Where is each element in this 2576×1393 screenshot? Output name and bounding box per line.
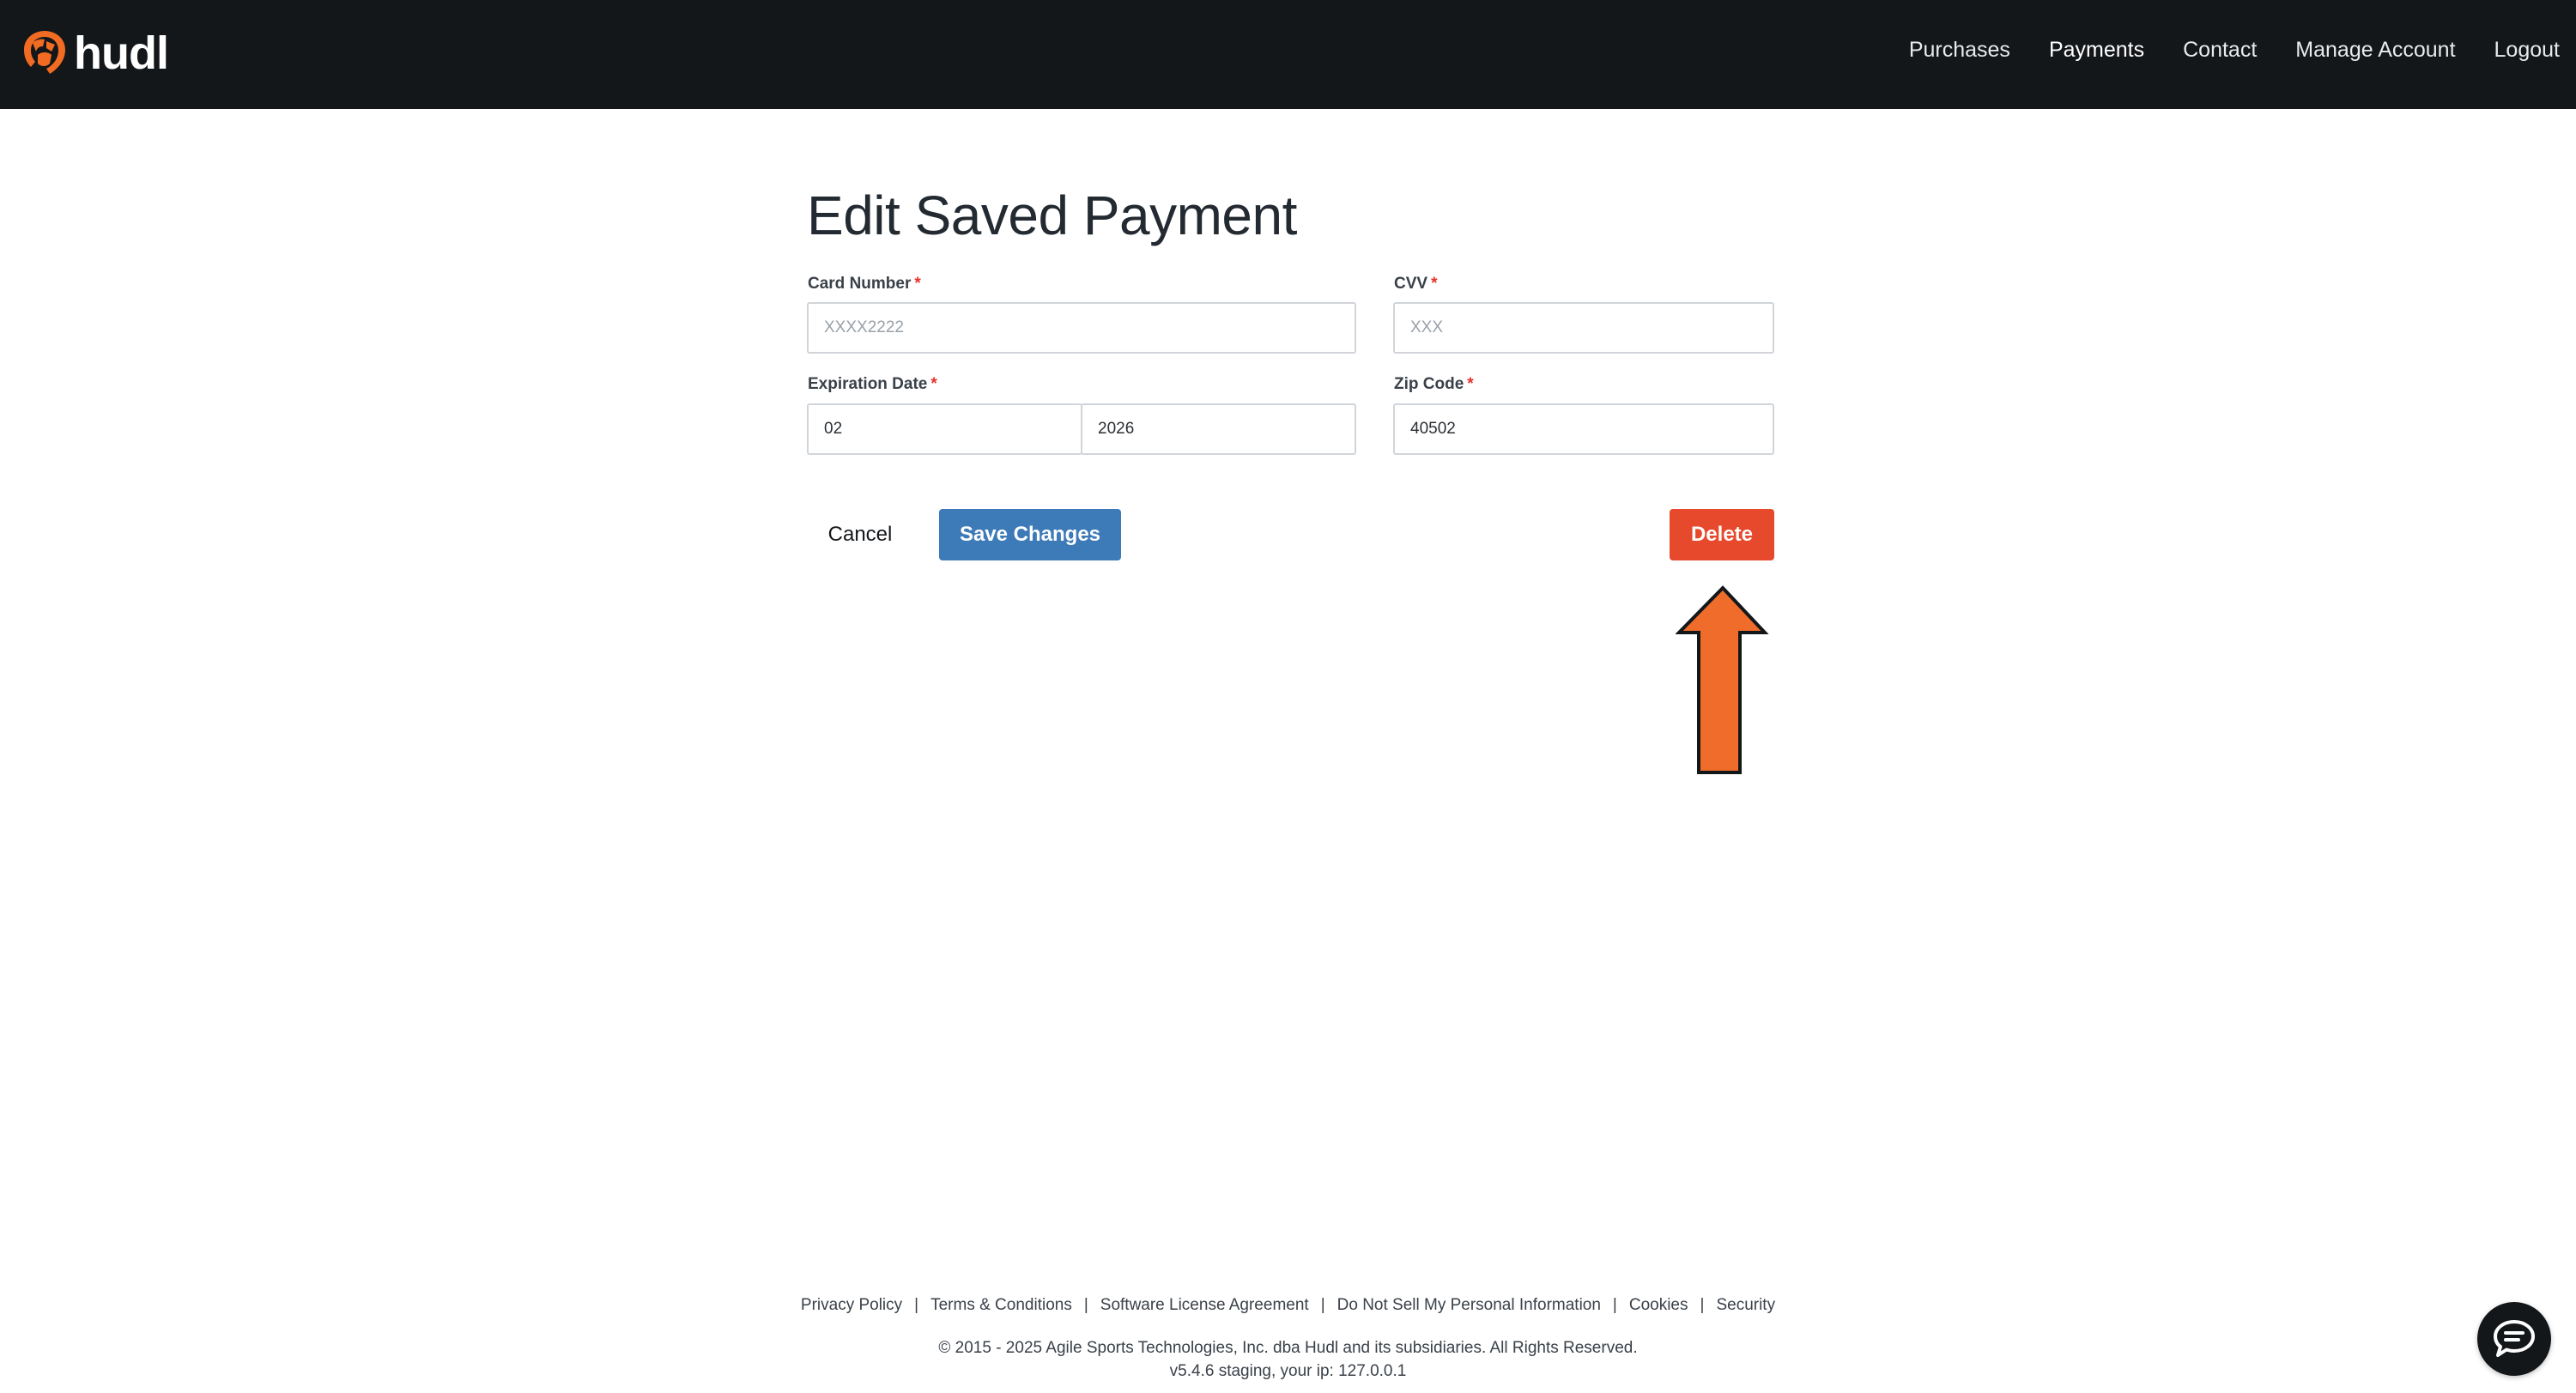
page-title: Edit Saved Payment <box>807 185 1297 246</box>
logo-wordmark: hudl <box>74 27 169 79</box>
footer-link-software-license[interactable]: Software License Agreement <box>1100 1296 1309 1314</box>
hudl-logo-icon <box>24 31 65 74</box>
footer-link-privacy-policy[interactable]: Privacy Policy <box>801 1296 902 1314</box>
required-marker: * <box>1467 375 1474 393</box>
delete-button[interactable]: Delete <box>1670 509 1774 560</box>
nav-contact[interactable]: Contact <box>2183 38 2257 63</box>
zip-code-input[interactable] <box>1393 403 1774 455</box>
card-number-label-text: Card Number <box>808 275 912 293</box>
cvv-label: CVV * <box>1394 275 1437 294</box>
footer-separator: | <box>1320 1296 1325 1314</box>
version-text: v5.4.6 staging, your ip: 127.0.0.1 <box>1169 1362 1407 1380</box>
expiration-date-label: Expiration Date * <box>808 375 937 394</box>
chat-bubble-icon <box>2494 1320 2535 1357</box>
cancel-button[interactable]: Cancel <box>810 509 910 560</box>
expiration-month-input[interactable] <box>807 403 1082 455</box>
footer-link-cookies[interactable]: Cookies <box>1629 1296 1688 1314</box>
footer-link-terms[interactable]: Terms & Conditions <box>930 1296 1072 1314</box>
cvv-label-text: CVV <box>1394 275 1428 293</box>
nav-manage-account[interactable]: Manage Account <box>2295 38 2455 63</box>
footer-link-do-not-sell[interactable]: Do Not Sell My Personal Information <box>1337 1296 1601 1314</box>
expiration-year-input[interactable] <box>1081 403 1356 455</box>
footer-link-security[interactable]: Security <box>1716 1296 1775 1314</box>
annotation-arrow-up-icon <box>1676 585 1769 774</box>
nav-logout[interactable]: Logout <box>2494 38 2560 63</box>
expiration-date-label-text: Expiration Date <box>808 375 928 393</box>
footer-separator: | <box>1700 1296 1705 1314</box>
footer-separator: | <box>1083 1296 1088 1314</box>
nav-payments[interactable]: Payments <box>2049 38 2144 63</box>
chat-button[interactable] <box>2477 1302 2551 1376</box>
required-marker: * <box>1431 275 1438 293</box>
footer-separator: | <box>914 1296 919 1314</box>
save-changes-button[interactable]: Save Changes <box>939 509 1121 560</box>
cvv-input[interactable] <box>1393 302 1774 354</box>
required-marker: * <box>930 375 937 393</box>
zip-code-label: Zip Code * <box>1394 375 1474 394</box>
required-marker: * <box>914 275 921 293</box>
footer-links: Privacy Policy | Terms & Conditions | Softwa… <box>0 1296 2576 1315</box>
copyright-text: © 2015 - 2025 Agile Sports Technologies,… <box>938 1339 1638 1357</box>
zip-code-label-text: Zip Code <box>1394 375 1464 393</box>
card-number-input[interactable] <box>807 302 1356 354</box>
nav-purchases[interactable]: Purchases <box>1909 38 2010 63</box>
footer-separator: | <box>1612 1296 1617 1314</box>
card-number-label: Card Number * <box>808 275 921 294</box>
top-navigation-bar: hudl Purchases Payments Contact Manage A… <box>0 0 2576 109</box>
main-nav: Purchases Payments Contact Manage Accoun… <box>1870 0 2560 100</box>
hudl-logo[interactable]: hudl <box>21 26 169 81</box>
